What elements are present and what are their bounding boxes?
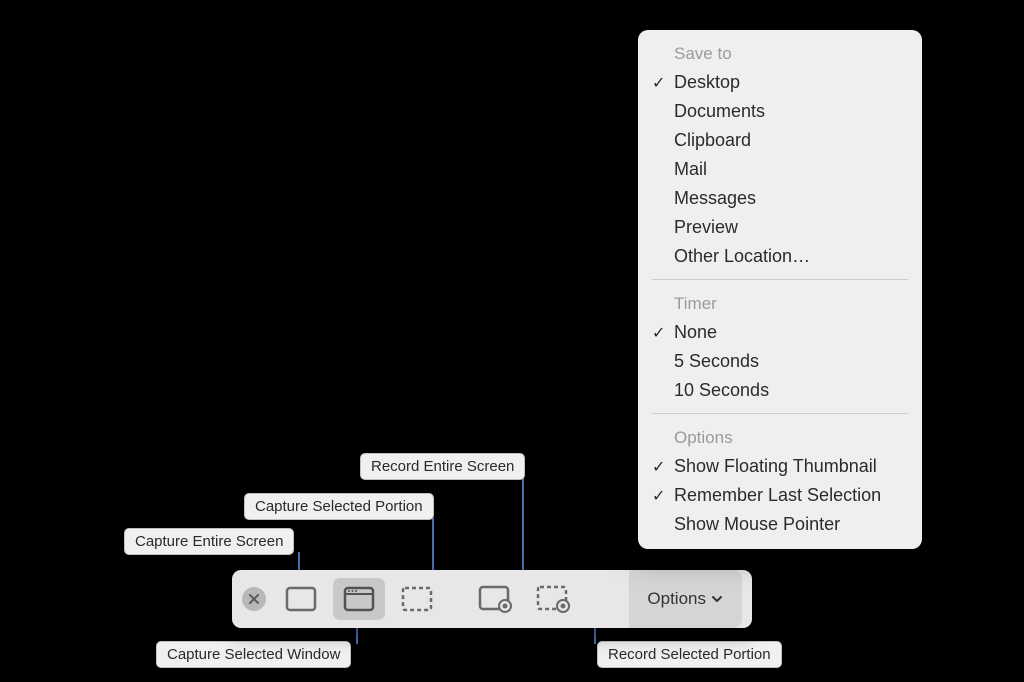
capture-selected-window-icon (343, 586, 375, 612)
menu-item-clipboard[interactable]: Clipboard (638, 126, 922, 155)
annotation-record-selected-portion: Record Selected Portion (597, 641, 782, 668)
menu-item-label: Show Mouse Pointer (674, 514, 840, 534)
menu-item-mouse-pointer[interactable]: Show Mouse Pointer (638, 510, 922, 539)
menu-item-label: Documents (674, 101, 765, 121)
menu-item-timer-10s[interactable]: 10 Seconds (638, 376, 922, 405)
menu-item-label: 5 Seconds (674, 351, 759, 371)
annotation-text: Capture Selected Portion (255, 498, 423, 515)
menu-item-messages[interactable]: Messages (638, 184, 922, 213)
menu-item-documents[interactable]: Documents (638, 97, 922, 126)
close-icon (248, 593, 260, 605)
capture-selected-portion-icon (401, 586, 433, 612)
menu-header-options: Options (638, 422, 922, 452)
menu-item-label: Other Location… (674, 246, 810, 266)
menu-item-label: Preview (674, 217, 738, 237)
menu-separator (652, 413, 908, 414)
chevron-down-icon (710, 592, 724, 606)
checkmark-icon: ✓ (652, 73, 665, 93)
annotation-text: Capture Entire Screen (135, 533, 283, 550)
menu-header-timer: Timer (638, 288, 922, 318)
menu-item-label: Remember Last Selection (674, 485, 881, 505)
capture-selected-portion-button[interactable] (391, 578, 443, 620)
close-button[interactable] (242, 587, 266, 611)
screenshot-toolbar: Options (232, 570, 752, 628)
record-selected-portion-icon (536, 585, 570, 613)
menu-item-label: Show Floating Thumbnail (674, 456, 877, 476)
annotation-capture-selected-portion: Capture Selected Portion (244, 493, 434, 520)
annotation-capture-entire-screen: Capture Entire Screen (124, 528, 294, 555)
record-selected-portion-button[interactable] (527, 578, 579, 620)
menu-item-remember-last[interactable]: ✓ Remember Last Selection (638, 481, 922, 510)
menu-item-label: Clipboard (674, 130, 751, 150)
options-label: Options (647, 589, 706, 609)
menu-item-mail[interactable]: Mail (638, 155, 922, 184)
record-entire-screen-icon (478, 585, 512, 613)
menu-item-timer-5s[interactable]: 5 Seconds (638, 347, 922, 376)
menu-header-save-to: Save to (638, 38, 922, 68)
checkmark-icon: ✓ (652, 486, 665, 506)
annotation-line (522, 478, 524, 576)
capture-entire-screen-button[interactable] (275, 578, 327, 620)
menu-item-label: Mail (674, 159, 707, 179)
menu-item-label: Desktop (674, 72, 740, 92)
annotation-capture-selected-window: Capture Selected Window (156, 641, 351, 668)
menu-separator (652, 279, 908, 280)
options-button[interactable]: Options (629, 570, 742, 628)
menu-item-label: None (674, 322, 717, 342)
menu-item-desktop[interactable]: ✓ Desktop (638, 68, 922, 97)
menu-item-label: Messages (674, 188, 756, 208)
annotation-text: Record Entire Screen (371, 458, 514, 475)
menu-item-floating-thumbnail[interactable]: ✓ Show Floating Thumbnail (638, 452, 922, 481)
checkmark-icon: ✓ (652, 457, 665, 477)
annotation-line (432, 518, 434, 576)
menu-item-other-location[interactable]: Other Location… (638, 242, 922, 271)
options-menu: Save to ✓ Desktop Documents Clipboard Mai… (638, 30, 922, 549)
capture-entire-screen-icon (285, 586, 317, 612)
record-entire-screen-button[interactable] (469, 578, 521, 620)
menu-item-timer-none[interactable]: ✓ None (638, 318, 922, 347)
capture-selected-window-button[interactable] (333, 578, 385, 620)
checkmark-icon: ✓ (652, 323, 665, 343)
annotation-text: Capture Selected Window (167, 646, 340, 663)
menu-item-label: 10 Seconds (674, 380, 769, 400)
annotation-text: Record Selected Portion (608, 646, 771, 663)
menu-item-preview[interactable]: Preview (638, 213, 922, 242)
annotation-record-entire-screen: Record Entire Screen (360, 453, 525, 480)
